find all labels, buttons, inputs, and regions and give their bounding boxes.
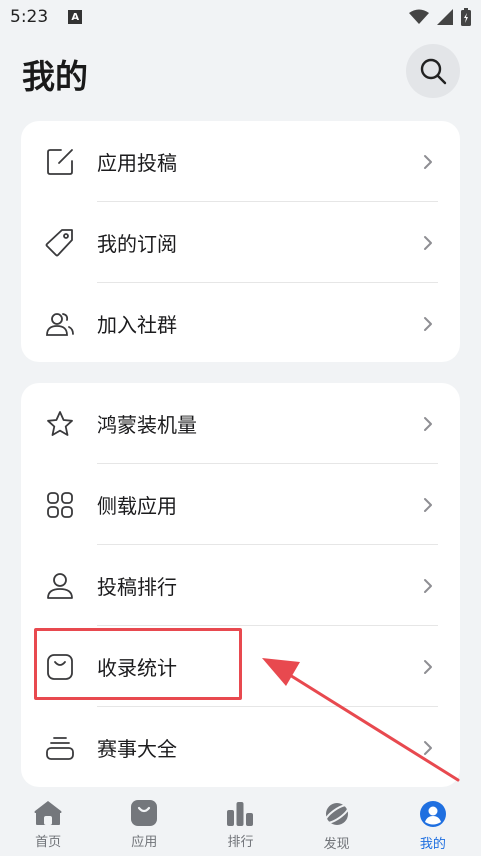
chevron-right-icon — [424, 578, 432, 593]
menu-item-inclusion-stats[interactable]: 收录统计 — [21, 626, 460, 707]
search-button[interactable] — [406, 44, 460, 98]
bar-chart-icon — [227, 802, 254, 826]
menu-item-join-community[interactable]: 加入社群 — [21, 283, 460, 364]
wifi-icon — [409, 9, 429, 24]
planet-icon — [323, 803, 350, 825]
menu-item-harmony-installs[interactable]: 鸿蒙装机量 — [21, 383, 460, 464]
status-bar: 5:23 A — [0, 0, 481, 34]
bottom-tab-bar: 首页 应用 排行 发现 我的 — [0, 790, 481, 856]
chevron-right-icon — [424, 235, 432, 250]
tab-mine[interactable]: 我的 — [398, 800, 468, 852]
chevron-right-icon — [424, 497, 432, 512]
group-icon — [45, 309, 75, 339]
menu-card-primary: 应用投稿 我的订阅 加入社群 — [21, 121, 460, 362]
chevron-right-icon — [424, 416, 432, 431]
search-icon — [420, 58, 447, 85]
tab-home[interactable]: 首页 — [13, 800, 83, 850]
menu-item-label: 收录统计 — [97, 656, 177, 680]
tab-apps[interactable]: 应用 — [109, 800, 179, 850]
menu-item-label: 应用投稿 — [97, 151, 177, 175]
status-time: 5:23 — [10, 7, 49, 27]
chevron-right-icon — [424, 740, 432, 755]
home-icon — [34, 801, 62, 825]
menu-item-sideload-apps[interactable]: 侧载应用 — [21, 464, 460, 545]
star-icon — [45, 409, 75, 439]
tag-icon — [45, 228, 75, 258]
tab-label: 首页 — [35, 835, 62, 850]
tab-label: 发现 — [323, 837, 350, 852]
signal-icon — [437, 9, 453, 25]
chevron-right-icon — [424, 316, 432, 331]
menu-item-label: 我的订阅 — [97, 232, 177, 256]
app-bag-icon — [131, 800, 158, 826]
chevron-right-icon — [424, 659, 432, 674]
notification-icon: A — [68, 10, 83, 24]
menu-item-app-submit[interactable]: 应用投稿 — [21, 121, 460, 202]
menu-item-my-subscriptions[interactable]: 我的订阅 — [21, 202, 460, 283]
bag-icon — [45, 652, 75, 682]
tab-discover[interactable]: 发现 — [302, 800, 372, 852]
tab-ranking[interactable]: 排行 — [205, 800, 275, 850]
tab-label: 我的 — [419, 837, 446, 852]
menu-card-secondary: 鸿蒙装机量 侧载应用 投稿排行 收录统计 赛事大全 — [21, 383, 460, 787]
chevron-right-icon — [424, 154, 432, 169]
stack-icon — [45, 733, 75, 763]
menu-item-label: 加入社群 — [97, 313, 177, 337]
menu-item-label: 赛事大全 — [97, 737, 177, 761]
menu-item-label: 投稿排行 — [97, 575, 177, 599]
battery-icon — [461, 8, 471, 26]
tab-label: 排行 — [227, 835, 254, 850]
edit-icon — [45, 147, 75, 177]
menu-item-competitions[interactable]: 赛事大全 — [21, 707, 460, 787]
menu-item-label: 侧载应用 — [97, 494, 177, 518]
menu-item-label: 鸿蒙装机量 — [97, 413, 197, 437]
menu-item-submission-ranking[interactable]: 投稿排行 — [21, 545, 460, 626]
status-indicators — [409, 8, 471, 26]
grid-icon — [45, 490, 75, 520]
page-title: 我的 — [22, 57, 88, 96]
person-icon — [45, 571, 75, 601]
profile-icon — [419, 801, 446, 827]
tab-label: 应用 — [131, 835, 158, 850]
